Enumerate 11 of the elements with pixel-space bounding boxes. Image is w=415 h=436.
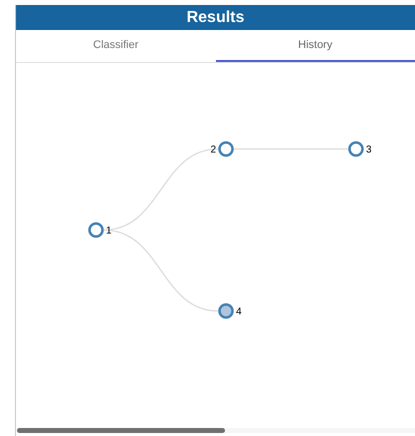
node-label: 1 xyxy=(106,226,112,236)
node-label: 4 xyxy=(236,306,242,318)
tree-node[interactable] xyxy=(348,141,364,157)
node-label: 2 xyxy=(210,144,216,156)
tree-node[interactable] xyxy=(88,222,104,238)
node-label: 3 xyxy=(366,144,372,156)
scrollbar-thumb[interactable] xyxy=(17,428,225,433)
scrollbar-track[interactable] xyxy=(17,428,415,433)
header-title: Results xyxy=(186,8,244,26)
tree-node[interactable] xyxy=(218,303,234,319)
tree-node[interactable] xyxy=(218,141,234,157)
